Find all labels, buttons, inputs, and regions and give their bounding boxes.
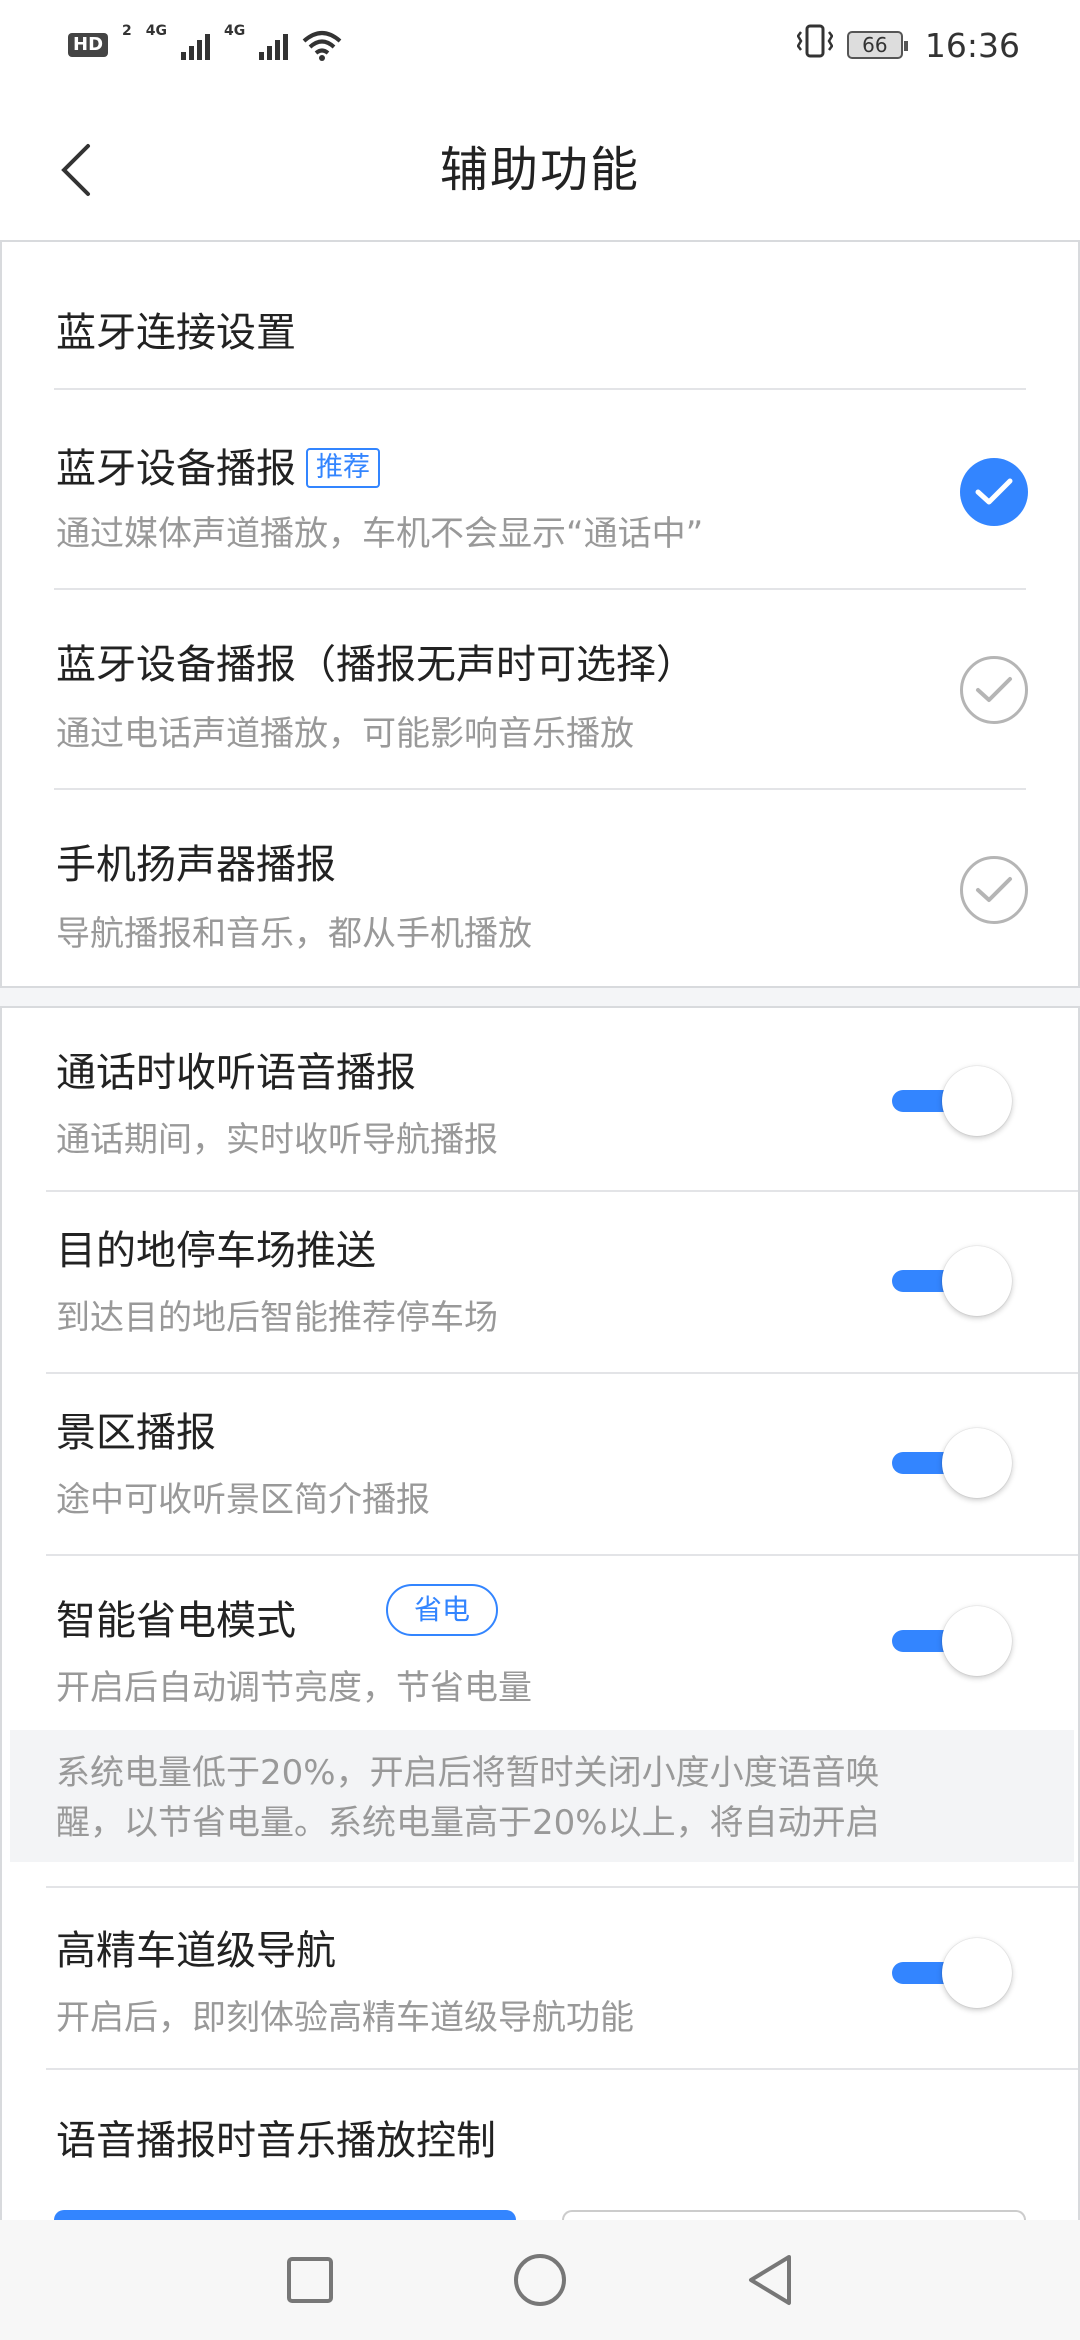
option-subtitle: 导航播报和音乐，都从手机播放 bbox=[56, 914, 532, 954]
wifi-icon bbox=[302, 31, 342, 61]
battery-icon: 66 bbox=[846, 31, 908, 59]
setting-title: 目的地停车场推送 bbox=[56, 1228, 376, 1274]
setting-power-saving: 智能省电模式 省电 开启后自动调节亮度，节省电量 系统电量低于20%，开启后将暂… bbox=[2, 1556, 1078, 1886]
triangle-back-icon bbox=[749, 2255, 791, 2305]
setting-title: 智能省电模式 bbox=[56, 1598, 296, 1644]
note-line: 系统电量低于20%，开启后将暂时关闭小度小度语音唤 bbox=[56, 1753, 880, 1793]
music-control-title: 语音播报时音乐播放控制 bbox=[56, 2118, 496, 2164]
home-button[interactable] bbox=[500, 2240, 580, 2320]
section-title: 蓝牙连接设置 bbox=[56, 310, 296, 356]
toggle-switch[interactable] bbox=[892, 1428, 1012, 1498]
vibrate-icon bbox=[796, 24, 834, 66]
check-icon[interactable] bbox=[960, 656, 1028, 724]
section-gap bbox=[0, 988, 1080, 1006]
divider bbox=[46, 2068, 1078, 2070]
recents-button[interactable] bbox=[270, 2240, 350, 2320]
check-icon[interactable] bbox=[960, 458, 1028, 526]
signal-icon bbox=[181, 30, 210, 60]
option-title: 手机扬声器播报 bbox=[56, 842, 336, 888]
option-title: 蓝牙设备播报 推荐 bbox=[56, 436, 380, 494]
sim-label: 2 bbox=[122, 23, 132, 39]
bluetooth-settings-card: 蓝牙连接设置 蓝牙设备播报 推荐 通过媒体声道播放，车机不会显示“通话中” 蓝牙设… bbox=[0, 240, 1080, 988]
setting-subtitle: 开启后，即刻体验高精车道级导航功能 bbox=[56, 1998, 634, 2038]
setting-subtitle: 通话期间，实时收听导航播报 bbox=[56, 1120, 498, 1160]
status-left: HD 2 4G 4G bbox=[68, 23, 342, 61]
setting-subtitle: 途中可收听景区简介播报 bbox=[56, 1480, 430, 1520]
setting-title: 高精车道级导航 bbox=[56, 1928, 336, 1974]
clock: 16:36 bbox=[924, 25, 1020, 65]
bluetooth-option-media[interactable]: 蓝牙设备播报 推荐 通过媒体声道播放，车机不会显示“通话中” bbox=[2, 390, 1078, 588]
network-type-2: 4G bbox=[224, 23, 246, 39]
hd-badge: HD bbox=[68, 33, 109, 57]
setting-subtitle: 开启后自动调节亮度，节省电量 bbox=[56, 1668, 532, 1708]
status-right: 66 16:36 bbox=[796, 24, 1020, 66]
toggle-switch[interactable] bbox=[892, 1246, 1012, 1316]
toggle-switch[interactable] bbox=[892, 1606, 1012, 1676]
page-header: 辅助功能 bbox=[0, 90, 1080, 240]
signal-icon bbox=[259, 30, 289, 60]
setting-scenic-broadcast: 景区播报 途中可收听景区简介播报 bbox=[2, 1374, 1078, 1554]
back-button[interactable] bbox=[36, 130, 116, 210]
power-save-tag: 省电 bbox=[386, 1584, 499, 1636]
network-type-1: 4G bbox=[145, 23, 167, 39]
circle-icon bbox=[514, 2254, 566, 2306]
check-icon[interactable] bbox=[960, 856, 1028, 924]
page-title: 辅助功能 bbox=[439, 142, 640, 198]
setting-parking-push: 目的地停车场推送 到达目的地后智能推荐停车场 bbox=[2, 1192, 1078, 1372]
bluetooth-option-phone[interactable]: 蓝牙设备播报（播报无声时可选择） 通过电话声道播放，可能影响音乐播放 bbox=[2, 590, 1078, 788]
chevron-left-icon bbox=[61, 144, 90, 196]
power-save-note: 系统电量低于20%，开启后将暂时关闭小度小度语音唤 醒，以节省电量。系统电量高于… bbox=[10, 1730, 1074, 1862]
toggle-switch[interactable] bbox=[892, 1938, 1012, 2008]
feature-settings-card: 通话时收听语音播报 通话期间，实时收听导航播报 目的地停车场推送 到达目的地后智… bbox=[0, 1006, 1080, 2220]
setting-call-voice: 通话时收听语音播报 通话期间，实时收听导航播报 bbox=[2, 1008, 1078, 1188]
setting-title: 景区播报 bbox=[56, 1410, 216, 1456]
toggle-switch[interactable] bbox=[892, 1066, 1012, 1136]
status-bar: HD 2 4G 4G 66 16:36 bbox=[0, 0, 1080, 90]
recommend-tag: 推荐 bbox=[306, 448, 380, 488]
setting-lane-navigation: 高精车道级导航 开启后，即刻体验高精车道级导航功能 bbox=[2, 1888, 1078, 2068]
system-nav-bar bbox=[0, 2220, 1080, 2340]
note-line: 醒，以节省电量。系统电量高于20%以上，将自动开启 bbox=[56, 1803, 880, 1843]
option-subtitle: 通过电话声道播放，可能影响音乐播放 bbox=[56, 714, 634, 754]
bluetooth-option-speaker[interactable]: 手机扬声器播报 导航播报和音乐，都从手机播放 bbox=[2, 790, 1078, 988]
setting-subtitle: 到达目的地后智能推荐停车场 bbox=[56, 1298, 498, 1338]
setting-title: 通话时收听语音播报 bbox=[56, 1050, 416, 1096]
square-icon bbox=[287, 2257, 333, 2303]
option-title-text: 蓝牙设备播报 bbox=[56, 446, 296, 492]
back-nav-button[interactable] bbox=[730, 2240, 810, 2320]
option-subtitle: 通过媒体声道播放，车机不会显示“通话中” bbox=[56, 514, 704, 554]
option-title: 蓝牙设备播报（播报无声时可选择） bbox=[56, 642, 696, 688]
